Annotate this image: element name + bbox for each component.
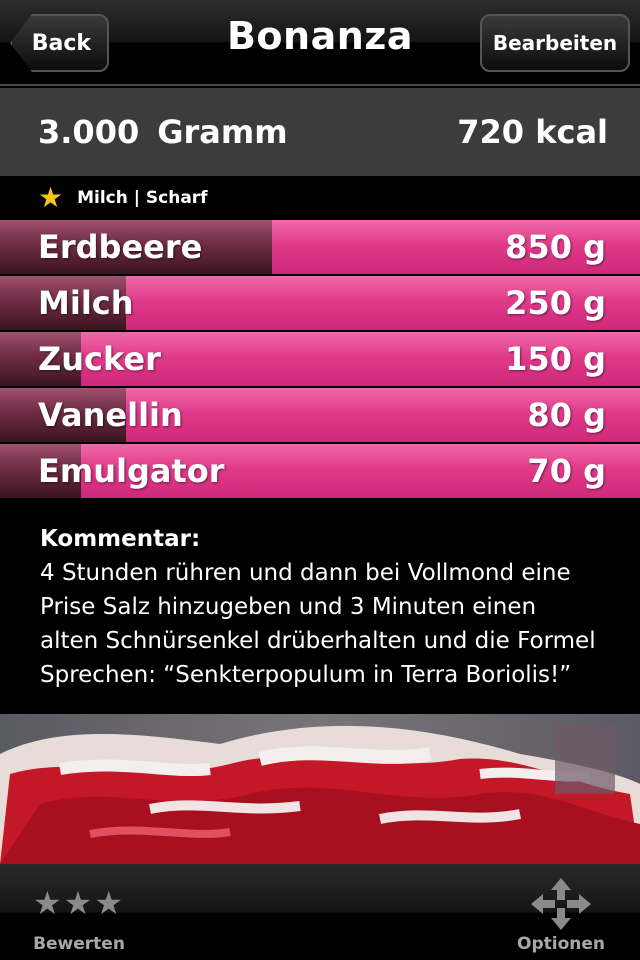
ingredient-row[interactable]: Emulgator 70 g [0,444,640,500]
ingredient-row[interactable]: Milch 250 g [0,276,640,332]
ingredient-row[interactable]: Zucker 150 g [0,332,640,388]
ingredient-name: Milch [38,284,134,322]
total-weight: 3.000 Gramm [38,113,288,151]
ingredient-amount: 850 g [505,228,606,266]
comment-label: Kommentar: [40,526,201,552]
weight-unit: Gramm [157,113,288,151]
ingredient-row[interactable]: Vanellin 80 g [0,388,640,444]
recipe-photo [0,714,640,864]
ingredient-name: Emulgator [38,452,225,490]
ingredient-amount: 70 g [527,452,606,490]
stars-icon: ★★★ [32,884,126,922]
ingredient-list: Erdbeere 850 g Milch 250 g Zucker 150 g … [0,220,640,500]
comment-line: Prise Salz hinzugeben und 3 Minuten eine… [40,594,537,620]
navigation-bar: Back Bonanza Bearbeiten [0,0,640,86]
ingredient-name: Erdbeere [38,228,203,266]
tag-label: Milch | Scharf [77,188,208,208]
ingredient-row[interactable]: Erdbeere 850 g [0,220,640,276]
calories: 720 kcal [457,113,608,151]
ingredient-name: Vanellin [38,396,183,434]
comment-line: alten Schnürsenkel drüberhalten und die … [40,628,596,654]
ice-cream-image [0,714,640,864]
ingredient-amount: 150 g [505,340,606,378]
tab-rate-label: Bewerten [33,934,125,954]
ingredient-name: Zucker [38,340,161,378]
tab-bar: ★★★ Bewerten Optionen [0,864,640,960]
weight-value: 3.000 [38,113,140,151]
ingredient-amount: 80 g [527,396,606,434]
edit-button[interactable]: Bearbeiten [480,14,630,72]
star-icon: ★ [38,181,64,214]
comment-section: Kommentar: 4 Stunden rühren und dann bei… [40,522,620,692]
tab-options-label: Optionen [517,934,605,954]
comment-line: 4 Stunden rühren und dann bei Vollmond e… [40,560,571,586]
recipe-summary: 3.000 Gramm 720 kcal [0,88,640,176]
move-arrows-icon [531,878,591,930]
ingredient-amount: 250 g [505,284,606,322]
tab-rate[interactable]: ★★★ Bewerten [14,864,144,960]
tag-row: ★ Milch | Scharf [0,176,640,220]
comment-line: Sprechen: “Senkterpopulum in Terra Borio… [40,662,572,688]
tab-options[interactable]: Optionen [496,864,626,960]
